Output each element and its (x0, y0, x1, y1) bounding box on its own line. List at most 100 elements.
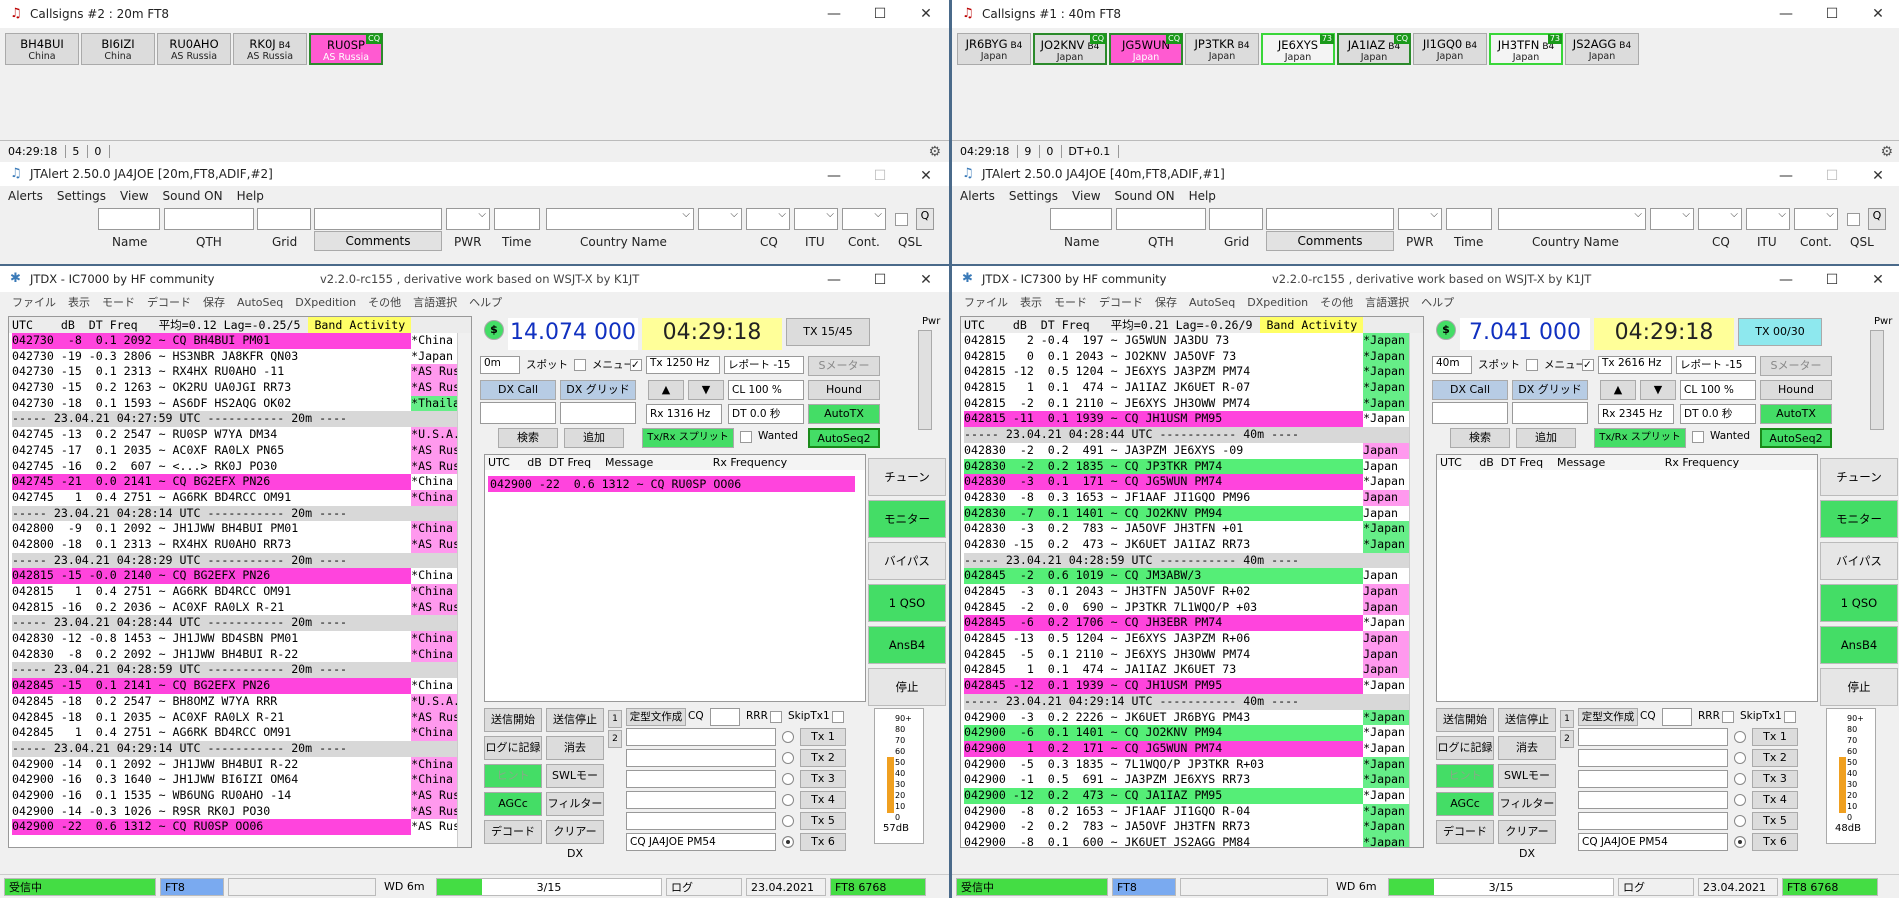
menu-item[interactable]: Help (1189, 189, 1216, 203)
close-button[interactable]: ✕ (903, 162, 949, 190)
decode-row[interactable]: 042745 -13 0.2 2547 ~ RU0SP W7YA DM34 *U.… (9, 427, 471, 443)
qsl-checkbox[interactable] (895, 213, 908, 226)
qth-field[interactable] (164, 208, 254, 230)
decode-row[interactable]: 042730 -19 -0.3 2806 ~ HS3NBR JA8KFR QN0… (9, 349, 471, 365)
autotx-button[interactable]: AutoTX (1760, 404, 1832, 424)
decode-row[interactable]: 042815 0 0.1 2043 ~ JO2KNV JA5OVF 73 *Jap… (961, 348, 1423, 365)
decode-row[interactable]: 042815 -2 0.1 2110 ~ JE6XYS JH3OWW PM74 *… (961, 395, 1423, 412)
pwr-slider[interactable] (1870, 330, 1884, 430)
tx-radio[interactable] (782, 731, 794, 743)
one-qso-button[interactable]: 1 QSO (868, 584, 946, 622)
fixed-message-button[interactable]: 定型文作成 (626, 708, 686, 726)
menu-item[interactable]: 保存 (203, 294, 225, 310)
comments-button[interactable]: Comments (314, 231, 442, 251)
decode-row[interactable]: 042900 -8 0.1 600 ~ JK6UET JS2AGG PM84 *J… (961, 835, 1423, 847)
cq-select[interactable] (746, 208, 790, 230)
period-separator[interactable]: ----- 23.04.21 04:28:14 UTC ----------- … (9, 505, 471, 522)
pwr-select[interactable] (1398, 208, 1442, 230)
decode-row[interactable]: 042830 -2 0.2 1835 ~ CQ JP3TKR PM74 Japan (961, 458, 1423, 475)
tune-button[interactable]: チューン (1820, 458, 1898, 496)
ansb4-button[interactable]: AnsB4 (868, 626, 946, 664)
erase-button[interactable]: 消去 (546, 736, 604, 760)
tx-button[interactable]: Tx 6 (800, 833, 846, 851)
hint-button[interactable]: ヒント (484, 764, 542, 788)
maximize-button[interactable]: ☐ (1809, 266, 1855, 294)
bypass-button[interactable]: バイパス (868, 542, 946, 580)
tab-1[interactable]: 1 (1560, 710, 1574, 728)
menu-item[interactable]: デコード (147, 294, 191, 310)
decode-row[interactable]: 042730 -15 0.2 1263 ~ OK2RU UA0JGI RR73 *… (9, 380, 471, 396)
menu-item[interactable]: 言語選択 (413, 294, 457, 310)
callsign-button[interactable]: RK0J B4 AS Russia (233, 33, 307, 65)
cl-spinbox[interactable]: CL 100 % (1680, 380, 1756, 400)
cq-input[interactable] (1662, 708, 1692, 726)
autoseq2-button[interactable]: AutoSeq2 (1760, 428, 1832, 448)
cont-select[interactable] (1794, 208, 1838, 230)
q-button[interactable]: Q (1868, 208, 1886, 230)
comments-field[interactable] (1266, 208, 1394, 230)
spot-checkbox[interactable] (574, 359, 586, 371)
tx-radio[interactable] (1734, 815, 1746, 827)
menu-item[interactable]: Sound ON (163, 189, 223, 203)
tx-message-input[interactable] (1578, 791, 1728, 809)
decode-row[interactable]: 042830 -12 -0.8 1453 ~ JH1JWW BD4SBN PM0… (9, 631, 471, 647)
period-separator[interactable]: ----- 23.04.21 04:29:14 UTC ----------- … (961, 693, 1423, 710)
tx-radio[interactable] (782, 794, 794, 806)
down-arrow-icon[interactable]: ▼ (688, 380, 724, 400)
band-select[interactable]: 0m (480, 356, 520, 374)
band-activity-list[interactable]: UTC dB DT Freq 平均=0.12 Lag=-0.25/5 Band … (8, 316, 472, 848)
menu-checkbox[interactable]: ✓ (630, 359, 642, 371)
decode-row[interactable]: 042845 1 0.1 474 ~ JA1IAZ JK6UET 73 Japan (961, 662, 1423, 679)
decode-row[interactable]: 042900 -22 0.6 1312 ~ CQ RU0SP OO06 *AS R… (9, 819, 471, 835)
report-spinbox[interactable]: レポート -15 (1676, 356, 1756, 374)
decode-row[interactable]: 042830 -7 0.1 1401 ~ CQ JO2KNV PM94 Japan (961, 505, 1423, 522)
decode-row[interactable]: 042800 -18 0.1 2313 ~ RX4HX RU0AHO RR73 *… (9, 536, 471, 553)
tx-start-button[interactable]: 送信開始 (484, 708, 542, 732)
menu-item[interactable]: Help (237, 189, 264, 203)
menu-item[interactable]: 表示 (68, 294, 90, 310)
minimize-button[interactable]: — (1763, 0, 1809, 28)
decode-row[interactable]: 042830 -15 0.2 473 ~ JK6UET JA1IAZ RR73 *… (961, 536, 1423, 553)
close-button[interactable]: ✕ (903, 0, 949, 28)
skiptx1-checkbox[interactable] (832, 711, 844, 723)
menu-item[interactable]: Sound ON (1115, 189, 1175, 203)
callsign-button[interactable]: JH3TFN B4 Japan 73 (1489, 33, 1563, 65)
log-qso-button[interactable]: ログに記録 (1436, 736, 1494, 760)
tx-radio[interactable] (1734, 731, 1746, 743)
decode-row[interactable]: 042845 -15 0.1 2141 ~ CQ BG2EFX PN26 *Chi… (9, 678, 471, 694)
decode-button[interactable]: デコード (1436, 820, 1494, 844)
band-select[interactable]: 40m (1432, 356, 1472, 374)
minimize-button[interactable]: — (1763, 162, 1809, 190)
up-arrow-icon[interactable]: ▲ (1600, 380, 1636, 400)
tx-message-input[interactable] (1578, 812, 1728, 830)
tx-button[interactable]: Tx 4 (1752, 791, 1798, 809)
decode-row[interactable]: 042830 -8 0.3 1653 ~ JF1AAF JI1GQO PM96 J… (961, 489, 1423, 506)
grid-field[interactable] (1209, 208, 1263, 230)
callsign-button[interactable]: JA1IAZ B4 Japan CQ (1337, 33, 1411, 65)
callsign-button[interactable]: JO2KNV B4 Japan CQ (1033, 33, 1107, 65)
decode-row[interactable]: 042845 -5 0.1 2110 ~ JE6XYS JH3OWW PM74 J… (961, 646, 1423, 663)
maximize-button[interactable]: ☐ (857, 0, 903, 28)
decode-row[interactable]: 042730 -18 0.1 1593 ~ AS6DF HS2AQG OK02 *… (9, 395, 471, 412)
cq-select[interactable] (1698, 208, 1742, 230)
itu-select[interactable] (794, 208, 838, 230)
minimize-button[interactable]: — (1763, 266, 1809, 294)
decode-row[interactable]: 042900 -16 0.3 1640 ~ JH1JWW BI6IZI OM64… (9, 772, 471, 788)
menu-item[interactable]: 保存 (1155, 294, 1177, 310)
menu-item[interactable]: ファイル (964, 294, 1008, 310)
tx-start-button[interactable]: 送信開始 (1436, 708, 1494, 732)
decode-row[interactable]: 042845 -3 0.1 2043 ~ JH3TFN JA5OVF R+02 J… (961, 584, 1423, 600)
tx-freq-spinbox[interactable]: Tx 1250 Hz (646, 356, 720, 374)
tx-message-input[interactable] (1578, 749, 1728, 767)
period-separator[interactable]: ----- 23.04.21 04:28:29 UTC ----------- … (9, 552, 471, 569)
hint-button[interactable]: ヒント (1436, 764, 1494, 788)
clear-dx-button[interactable]: クリアーDX (546, 820, 604, 860)
menu-item[interactable]: モード (102, 294, 135, 310)
tx-stop-button[interactable]: 送信停止 (546, 708, 604, 732)
tx-button[interactable]: Tx 6 (1752, 833, 1798, 851)
tx-radio[interactable] (782, 836, 794, 848)
menu-item[interactable]: 表示 (1020, 294, 1042, 310)
decode-row[interactable]: 042830 -2 0.2 491 ~ JA3PZM JE6XYS -09 Jap… (961, 442, 1423, 459)
tx-button[interactable]: Tx 3 (800, 770, 846, 788)
dollar-icon[interactable]: $ (484, 320, 504, 340)
